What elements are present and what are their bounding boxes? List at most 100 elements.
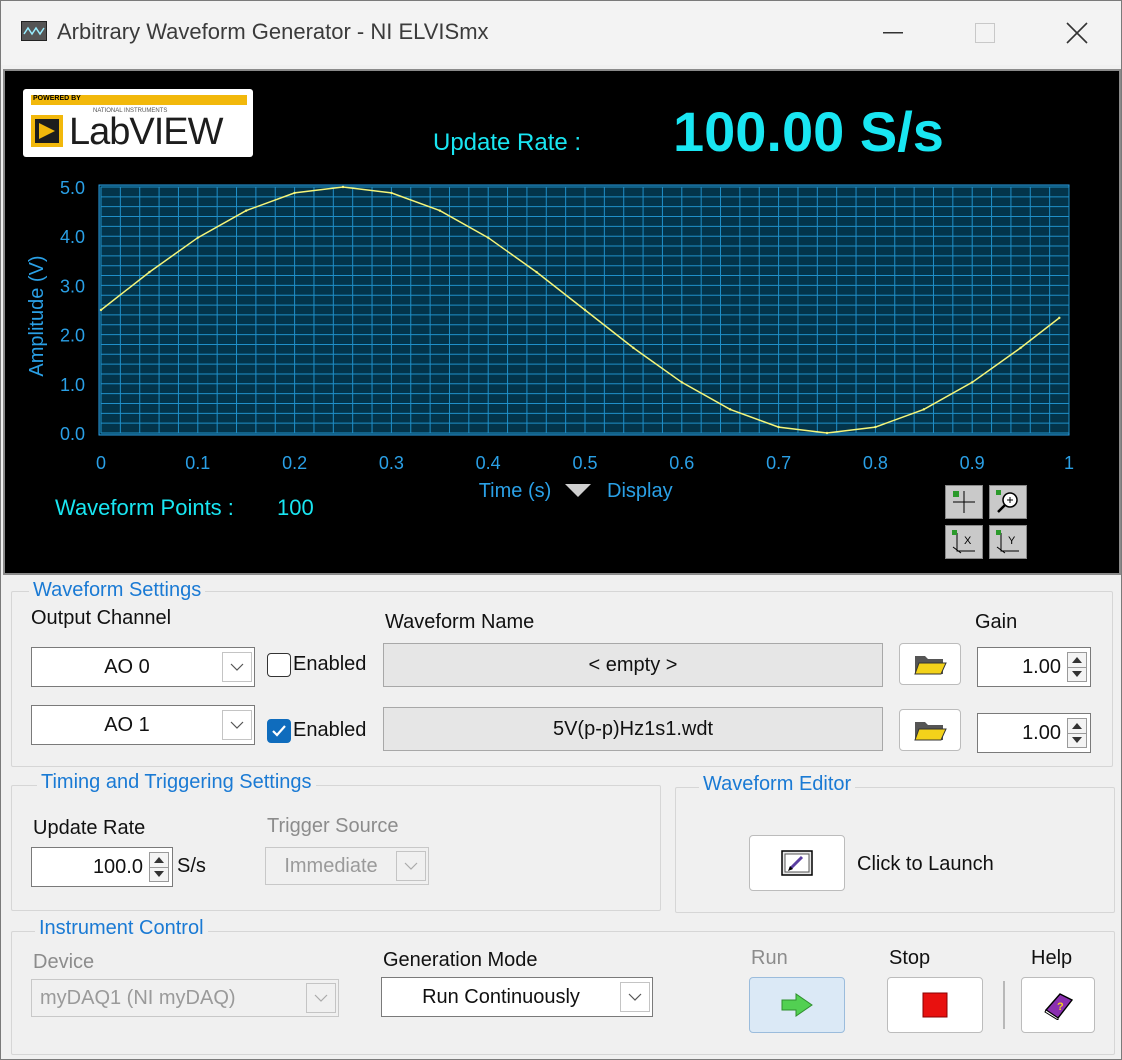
update-rate-spinner[interactable]	[149, 852, 169, 882]
device-value: myDAQ1 (NI myDAQ)	[40, 986, 236, 1009]
data-point	[729, 408, 732, 411]
data-point	[535, 270, 538, 274]
update-rate-input[interactable]: 100.0	[31, 847, 173, 887]
waveform-name-field-0[interactable]: < empty >	[383, 643, 883, 687]
waveform-name-label: Waveform Name	[385, 611, 535, 633]
y-tick-label: 1.0	[60, 375, 85, 395]
data-point	[825, 431, 829, 435]
data-point	[487, 236, 490, 239]
data-point	[438, 209, 441, 212]
waveform-name-field-1[interactable]: 5V(p-p)Hz1s1.wdt	[383, 707, 883, 751]
data-point	[99, 308, 103, 312]
spin-down-icon[interactable]	[150, 866, 168, 882]
data-point	[293, 191, 296, 195]
browse-button-0[interactable]	[899, 643, 961, 685]
output-channel-value-1: AO 1	[104, 713, 150, 736]
spin-up-icon[interactable]	[150, 853, 168, 867]
enabled-checkbox-0[interactable]	[267, 653, 291, 677]
stop-label: Stop	[889, 947, 931, 969]
data-point	[1058, 316, 1061, 320]
instrument-control-title: Instrument Control	[35, 917, 208, 940]
svg-text:Y: Y	[1008, 535, 1016, 547]
gain-input-1[interactable]: 1.00	[977, 713, 1091, 753]
spin-up-icon[interactable]	[1068, 653, 1086, 667]
display-menu-arrow-icon	[565, 484, 591, 497]
minimize-button[interactable]	[847, 1, 939, 65]
chevron-down-icon	[396, 851, 426, 881]
gain-value-1: 1.00	[1022, 721, 1061, 744]
waveform-points-value: 100	[277, 495, 314, 520]
x-tick-labels: 0 0.1 0.2 0.3 0.4 0.5 0.6 0.7 0.8 0.9 1	[96, 453, 1074, 473]
minimize-icon	[883, 32, 903, 34]
run-button[interactable]	[749, 977, 845, 1033]
data-point	[390, 191, 393, 195]
x-scale-button[interactable]: X	[945, 525, 983, 559]
spin-down-icon[interactable]	[1068, 666, 1086, 682]
timing-title: Timing and Triggering Settings	[37, 771, 316, 794]
title-bar: Arbitrary Waveform Generator - NI ELVISm…	[1, 1, 1121, 65]
y-tick-label: 5.0	[60, 178, 85, 198]
zoom-icon	[996, 490, 1018, 513]
run-arrow-icon	[781, 993, 813, 1017]
folder-open-icon	[914, 656, 947, 675]
update-rate-label: Update Rate	[33, 817, 146, 839]
display-menu-label: Display	[607, 480, 673, 502]
chevron-down-icon	[306, 983, 336, 1013]
waveform-editor-title: Waveform Editor	[699, 773, 856, 796]
launch-editor-label: Click to Launch	[857, 853, 994, 875]
data-point	[341, 185, 345, 189]
data-point	[874, 425, 877, 429]
spin-down-icon[interactable]	[1068, 732, 1086, 748]
help-button[interactable]: ?	[1021, 977, 1095, 1033]
device-select[interactable]: myDAQ1 (NI myDAQ)	[31, 979, 339, 1017]
run-label: Run	[751, 947, 788, 969]
y-axis-label: Amplitude (V)	[26, 255, 48, 376]
help-label: Help	[1031, 947, 1073, 969]
y-tick-label: 0.0	[60, 424, 85, 444]
generation-mode-select[interactable]: Run Continuously	[381, 977, 653, 1017]
chevron-down-icon	[222, 652, 252, 682]
data-point	[196, 236, 199, 239]
trigger-source-select[interactable]: Immediate	[265, 847, 429, 885]
generation-mode-label: Generation Mode	[383, 949, 538, 971]
x-tick-label: 0.9	[960, 453, 985, 473]
gain-spinner-0[interactable]	[1067, 652, 1087, 682]
data-point	[922, 408, 925, 411]
x-tick-label: 1	[1064, 453, 1074, 473]
launch-editor-button[interactable]	[749, 835, 845, 891]
data-point	[632, 346, 635, 350]
y-tick-label: 4.0	[60, 227, 85, 247]
update-rate-unit: S/s	[177, 855, 206, 877]
gain-input-0[interactable]: 1.00	[977, 647, 1091, 687]
y-tick-label: 3.0	[60, 276, 85, 296]
zoom-tool-button[interactable]	[989, 485, 1027, 519]
svg-text:?: ?	[1057, 1001, 1064, 1013]
enabled-checkbox-1[interactable]	[267, 719, 291, 743]
y-scale-icon: Y	[996, 530, 1019, 554]
x-tick-label: 0.4	[476, 453, 501, 473]
edit-waveform-icon	[781, 850, 813, 876]
device-label: Device	[33, 951, 95, 973]
trigger-source-label: Trigger Source	[267, 815, 399, 837]
spin-up-icon[interactable]	[1068, 719, 1086, 733]
gain-spinner-1[interactable]	[1067, 718, 1087, 748]
y-scale-button[interactable]: Y	[989, 525, 1027, 559]
waveform-points-label: Waveform Points :	[55, 495, 234, 520]
output-channel-select-0[interactable]: AO 0	[31, 647, 255, 687]
cursor-tool-button[interactable]	[945, 485, 983, 519]
graph-panel: POWERED BY NATIONAL INSTRUMENTS LabVIEW …	[3, 69, 1121, 575]
trigger-source-value: Immediate	[284, 854, 378, 877]
output-channel-select-1[interactable]: AO 1	[31, 705, 255, 745]
browse-button-1[interactable]	[899, 709, 961, 751]
x-tick-label: 0.6	[669, 453, 694, 473]
window-title: Arbitrary Waveform Generator - NI ELVISm…	[57, 19, 489, 44]
output-channel-label: Output Channel	[31, 607, 172, 629]
close-button[interactable]	[1031, 1, 1122, 65]
stop-button[interactable]	[887, 977, 983, 1033]
maximize-button[interactable]	[939, 1, 1031, 65]
chevron-down-icon	[222, 710, 252, 740]
data-point	[777, 425, 780, 429]
x-tick-label: 0.3	[379, 453, 404, 473]
app-window: Arbitrary Waveform Generator - NI ELVISm…	[0, 0, 1122, 1060]
x-scale-icon: X	[952, 530, 975, 554]
